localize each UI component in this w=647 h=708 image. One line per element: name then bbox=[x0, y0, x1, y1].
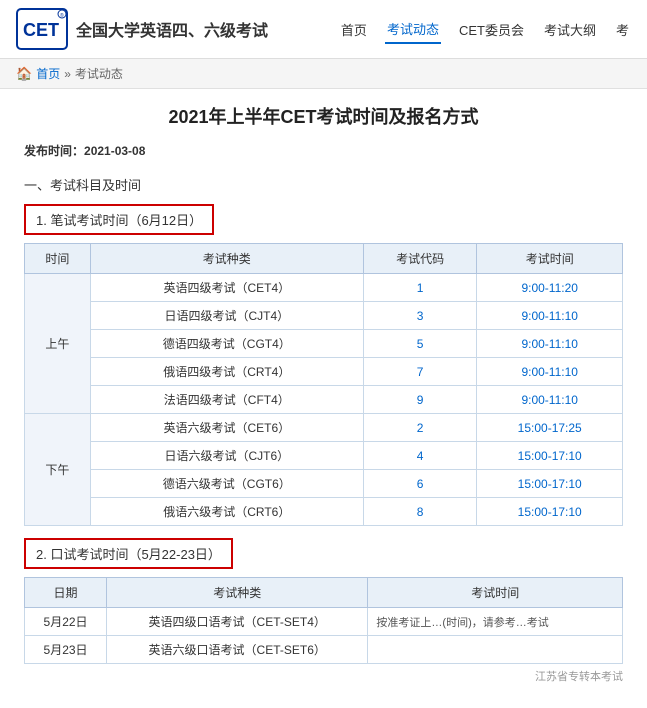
written-exam-label: 1. 笔试考试时间（6月12日） bbox=[24, 204, 214, 235]
breadcrumb-separator: » bbox=[64, 67, 71, 81]
site-header: CET ® 全国大学英语四、六级考试 首页 考试动态 CET委员会 考试大纲 考 bbox=[0, 0, 647, 59]
table-row: 俄语四级考试（CRT4） 7 9:00-11:10 bbox=[25, 358, 623, 386]
exam-time: 15:00-17:25 bbox=[477, 414, 623, 442]
col-time: 考试时间 bbox=[477, 244, 623, 274]
oral-exam-table: 日期 考试种类 考试时间 5月22日 英语四级口语考试（CET-SET4） 按准… bbox=[24, 577, 623, 664]
written-exam-table: 时间 考试种类 考试代码 考试时间 上午 英语四级考试（CET4） 1 9:00… bbox=[24, 243, 623, 526]
nav-committee[interactable]: CET委员会 bbox=[457, 16, 526, 43]
oral-col-date: 日期 bbox=[25, 578, 107, 608]
article-title: 2021年上半年CET考试时间及报名方式 bbox=[24, 105, 623, 130]
oral-date: 5月23日 bbox=[25, 636, 107, 664]
table-row: 法语四级考试（CFT4） 9 9:00-11:10 bbox=[25, 386, 623, 414]
svg-text:CET: CET bbox=[23, 20, 59, 40]
oral-col-type: 考试种类 bbox=[107, 578, 368, 608]
exam-time: 9:00-11:10 bbox=[477, 358, 623, 386]
exam-time: 9:00-11:10 bbox=[477, 302, 623, 330]
table-row: 日语四级考试（CJT4） 3 9:00-11:10 bbox=[25, 302, 623, 330]
exam-time: 15:00-17:10 bbox=[477, 470, 623, 498]
col-type: 考试种类 bbox=[90, 244, 363, 274]
table-row: 日语六级考试（CJT6） 4 15:00-17:10 bbox=[25, 442, 623, 470]
oral-col-time: 考试时间 bbox=[368, 578, 623, 608]
breadcrumb-current: 考试动态 bbox=[75, 65, 123, 82]
exam-code: 6 bbox=[363, 470, 477, 498]
exam-type: 日语四级考试（CJT4） bbox=[90, 302, 363, 330]
cet-logo-icon: CET ® bbox=[16, 8, 68, 50]
nav-news[interactable]: 考试动态 bbox=[385, 15, 441, 44]
exam-code: 7 bbox=[363, 358, 477, 386]
nav-more[interactable]: 考 bbox=[614, 16, 631, 43]
period-afternoon: 下午 bbox=[25, 414, 91, 526]
nav-home[interactable]: 首页 bbox=[339, 16, 369, 43]
site-title: 全国大学英语四、六级考试 bbox=[76, 17, 268, 41]
oral-note-2 bbox=[368, 636, 623, 664]
exam-time: 9:00-11:20 bbox=[477, 274, 623, 302]
watermark-text: 江苏省专转本考试 bbox=[24, 664, 623, 688]
logo-area: CET ® 全国大学英语四、六级考试 bbox=[16, 8, 268, 50]
exam-type: 德语六级考试（CGT6） bbox=[90, 470, 363, 498]
oral-note: 按准考证上…(时间)，请参考…考试 bbox=[368, 608, 623, 636]
exam-time: 9:00-11:10 bbox=[477, 330, 623, 358]
section1-title: 一、考试科目及时间 bbox=[24, 175, 623, 194]
exam-code: 8 bbox=[363, 498, 477, 526]
table-row: 上午 英语四级考试（CET4） 1 9:00-11:20 bbox=[25, 274, 623, 302]
exam-code: 4 bbox=[363, 442, 477, 470]
home-icon: 🏠 bbox=[16, 66, 32, 82]
oral-exam-label: 2. 口试考试时间（5月22-23日） bbox=[24, 538, 233, 569]
exam-type: 日语六级考试（CJT6） bbox=[90, 442, 363, 470]
exam-time: 9:00-11:10 bbox=[477, 386, 623, 414]
exam-code: 9 bbox=[363, 386, 477, 414]
exam-type: 俄语四级考试（CRT4） bbox=[90, 358, 363, 386]
oral-date: 5月22日 bbox=[25, 608, 107, 636]
exam-type: 德语四级考试（CGT4） bbox=[90, 330, 363, 358]
publish-date: 2021-03-08 bbox=[84, 144, 145, 158]
table-row: 下午 英语六级考试（CET6） 2 15:00-17:25 bbox=[25, 414, 623, 442]
publish-time: 发布时间：2021-03-08 bbox=[24, 142, 623, 159]
col-code: 考试代码 bbox=[363, 244, 477, 274]
table-row: 德语四级考试（CGT4） 5 9:00-11:10 bbox=[25, 330, 623, 358]
exam-code: 3 bbox=[363, 302, 477, 330]
exam-type: 俄语六级考试（CRT6） bbox=[90, 498, 363, 526]
nav-syllabus[interactable]: 考试大纲 bbox=[542, 16, 598, 43]
table-row: 俄语六级考试（CRT6） 8 15:00-17:10 bbox=[25, 498, 623, 526]
exam-type: 英语四级考试（CET4） bbox=[90, 274, 363, 302]
exam-code: 5 bbox=[363, 330, 477, 358]
breadcrumb: 🏠 首页 » 考试动态 bbox=[0, 59, 647, 89]
main-content: 2021年上半年CET考试时间及报名方式 发布时间：2021-03-08 一、考… bbox=[0, 89, 647, 708]
oral-type: 英语四级口语考试（CET-SET4） bbox=[107, 608, 368, 636]
period-morning: 上午 bbox=[25, 274, 91, 414]
main-nav: 首页 考试动态 CET委员会 考试大纲 考 bbox=[339, 15, 631, 44]
exam-time: 15:00-17:10 bbox=[477, 442, 623, 470]
breadcrumb-home-link[interactable]: 首页 bbox=[36, 65, 60, 82]
publish-label: 发布时间： bbox=[24, 144, 84, 158]
exam-type: 英语六级考试（CET6） bbox=[90, 414, 363, 442]
col-period: 时间 bbox=[25, 244, 91, 274]
exam-time: 15:00-17:10 bbox=[477, 498, 623, 526]
exam-type: 法语四级考试（CFT4） bbox=[90, 386, 363, 414]
table-row: 德语六级考试（CGT6） 6 15:00-17:10 bbox=[25, 470, 623, 498]
oral-type: 英语六级口语考试（CET-SET6） bbox=[107, 636, 368, 664]
svg-text:®: ® bbox=[60, 12, 64, 19]
exam-code: 1 bbox=[363, 274, 477, 302]
exam-code: 2 bbox=[363, 414, 477, 442]
table-row: 5月23日 英语六级口语考试（CET-SET6） bbox=[25, 636, 623, 664]
table-row: 5月22日 英语四级口语考试（CET-SET4） 按准考证上…(时间)，请参考…… bbox=[25, 608, 623, 636]
